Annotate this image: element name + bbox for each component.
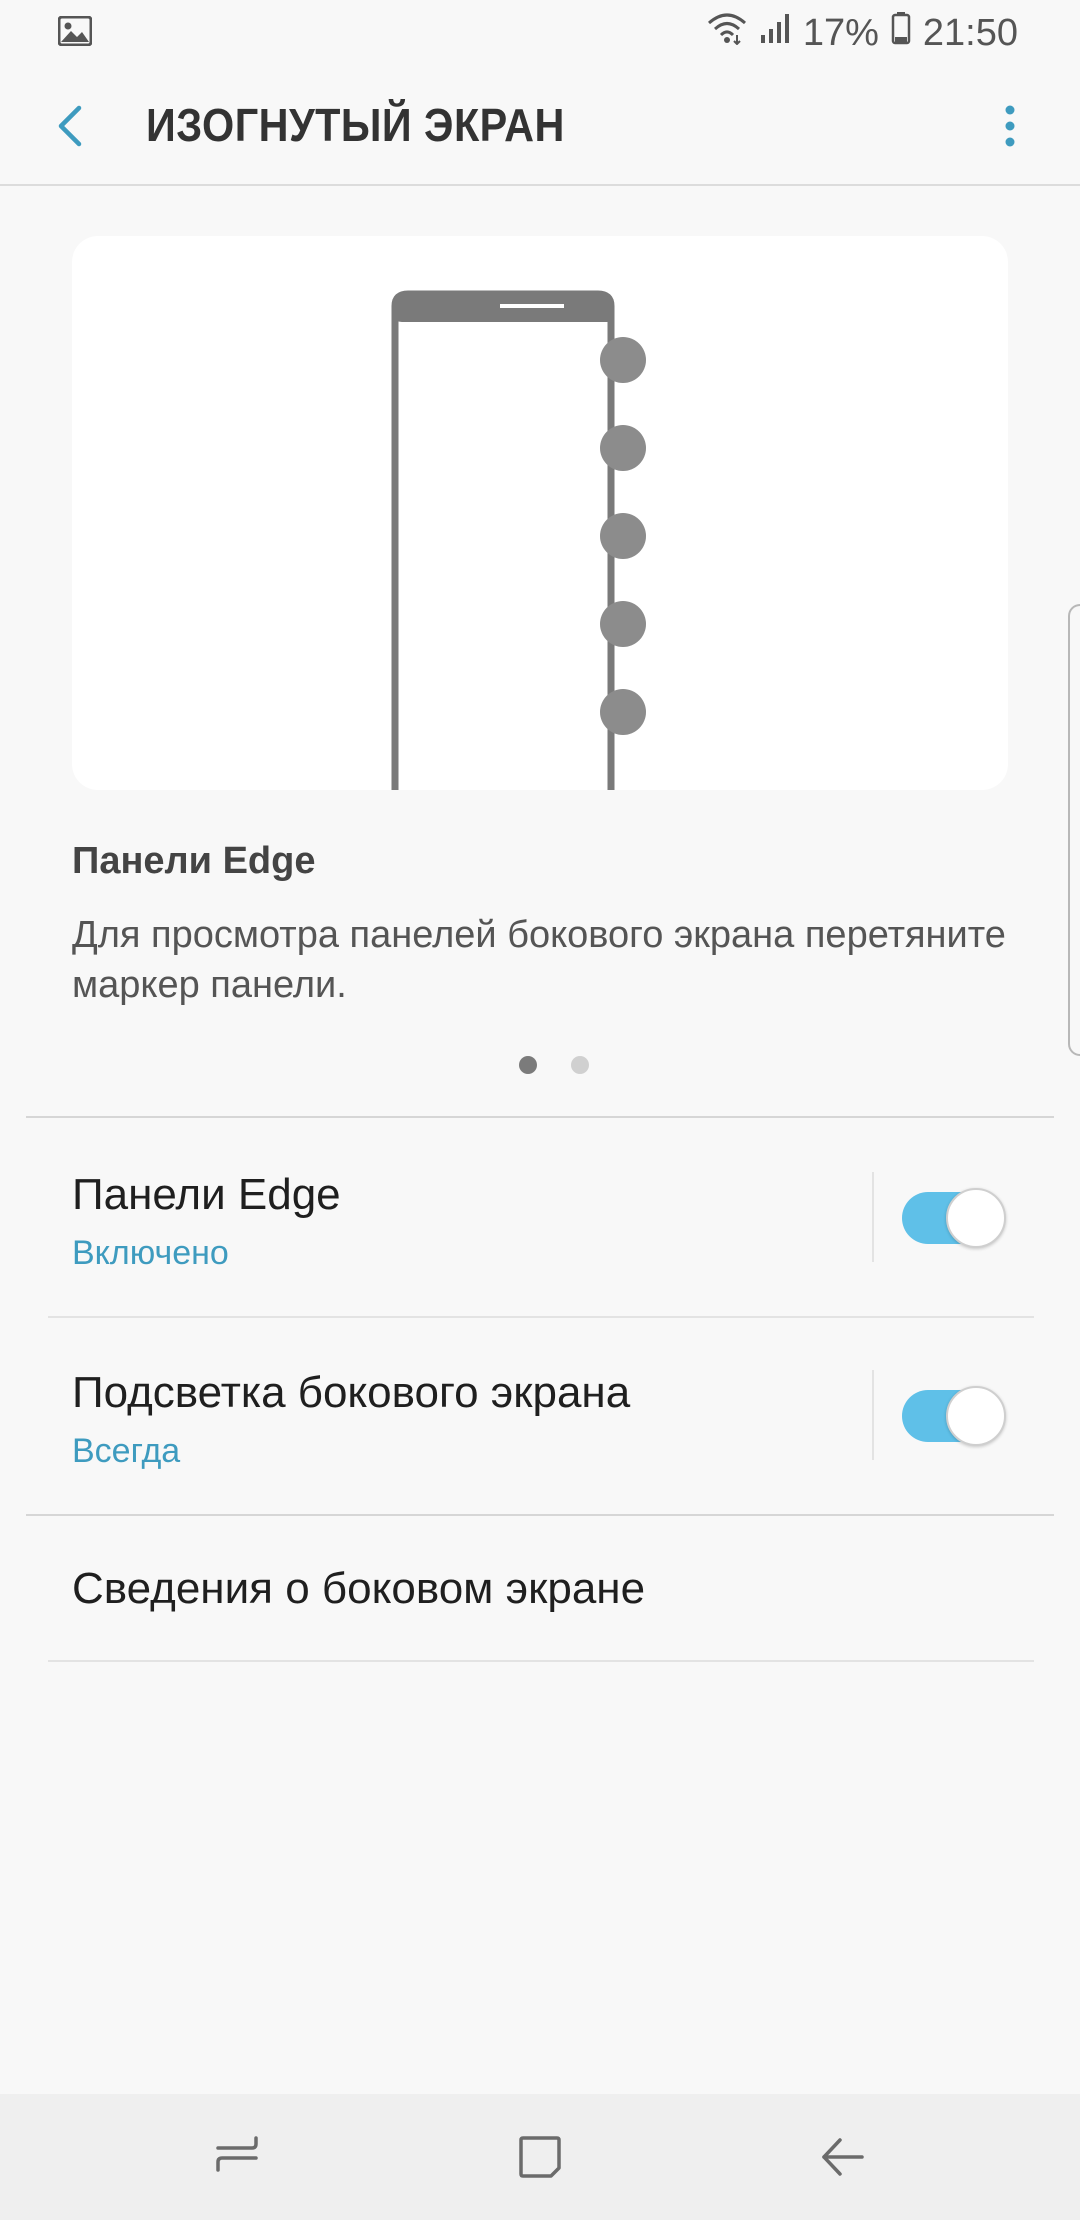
battery-icon <box>891 10 911 56</box>
panel-dot <box>600 689 646 735</box>
app-bar: ИЗОГНУТЫЙ ЭКРАН <box>0 66 1080 186</box>
panel-dot <box>600 337 646 383</box>
setting-edge-lighting[interactable]: Подсветка бокового экрана Всегда <box>0 1318 1080 1514</box>
separator <box>872 1172 874 1262</box>
feature-description: Для просмотра панелей бокового экрана пе… <box>72 914 1006 1006</box>
separator <box>872 1370 874 1460</box>
edge-lighting-toggle[interactable] <box>902 1386 1006 1446</box>
edge-panels-toggle[interactable] <box>902 1188 1006 1248</box>
feature-title: Панели Edge <box>72 840 316 882</box>
panel-dot <box>600 513 646 559</box>
toggle-knob <box>946 1188 1006 1248</box>
back-icon[interactable] <box>813 2127 873 2187</box>
wifi-icon <box>707 10 747 56</box>
setting-about-edge-screen[interactable]: Сведения о боковом экране <box>0 1516 1080 1660</box>
back-arrow-icon[interactable] <box>40 96 100 156</box>
edge-panel-illustration[interactable] <box>72 236 1008 790</box>
divider <box>26 1116 1054 1118</box>
home-icon[interactable] <box>510 2127 570 2187</box>
status-bar: 17% 21:50 <box>0 0 1080 66</box>
more-vert-icon[interactable] <box>980 96 1040 156</box>
page-indicator <box>0 1056 1080 1074</box>
gallery-icon <box>57 15 93 51</box>
setting-edge-panels[interactable]: Панели Edge Включено <box>0 1120 1080 1316</box>
navigation-bar <box>0 2094 1080 2220</box>
page-dot <box>571 1056 589 1074</box>
recents-icon[interactable] <box>207 2127 267 2187</box>
setting-title: Подсветка бокового экрана <box>72 1368 631 1417</box>
panel-dot <box>600 425 646 471</box>
setting-subtitle: Всегда <box>72 1432 181 1470</box>
setting-title: Сведения о боковом экране <box>72 1564 646 1613</box>
page-dot-active <box>519 1056 537 1074</box>
edge-panel-handle[interactable] <box>1068 604 1080 1056</box>
setting-subtitle: Включено <box>72 1234 229 1272</box>
toggle-knob <box>946 1386 1006 1446</box>
page-title: ИЗОГНУТЫЙ ЭКРАН <box>146 99 565 151</box>
panel-dot <box>600 601 646 647</box>
clock: 21:50 <box>922 12 1018 54</box>
setting-title: Панели Edge <box>72 1170 341 1219</box>
battery-percent: 17% <box>802 12 879 54</box>
divider <box>48 1660 1034 1662</box>
signal-icon <box>759 10 791 56</box>
